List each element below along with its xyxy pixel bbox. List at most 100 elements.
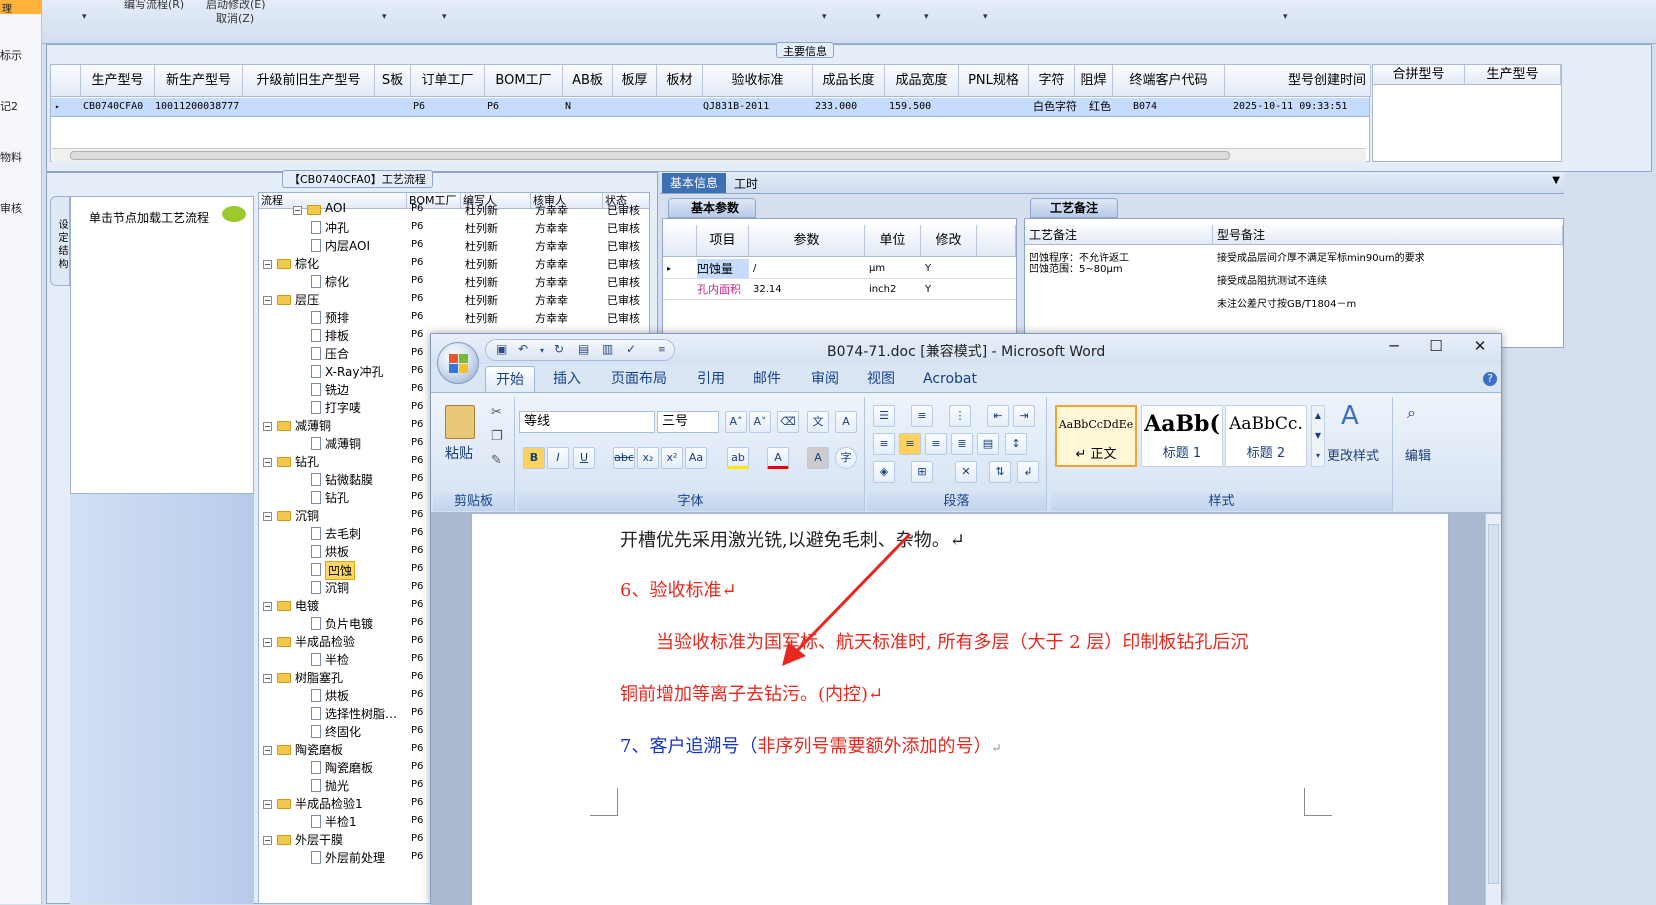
tree-row[interactable]: 预排 P6 杜列新 方幸幸 已审核 [259, 309, 649, 327]
save-icon[interactable]: ▣ [496, 342, 507, 356]
multilevel-list-icon[interactable]: ⋮ [949, 405, 971, 427]
char-border-icon[interactable]: A [835, 411, 857, 433]
phonetic-icon[interactable]: 文 [807, 411, 829, 433]
spellcheck-icon[interactable]: ✓ [626, 342, 636, 356]
horizontal-scrollbar[interactable] [52, 148, 1366, 162]
distributed-icon[interactable]: ▤ [977, 433, 999, 455]
collapse-toggle-icon[interactable]: − [263, 296, 272, 305]
col-header[interactable]: 单位 [865, 225, 921, 257]
close-icon[interactable]: ✕ [1465, 337, 1495, 355]
justify-icon[interactable]: ≣ [951, 433, 973, 455]
style-heading2[interactable]: AaBbCc. 标题 2 [1225, 405, 1307, 467]
col-header[interactable]: 阻焊 [1075, 65, 1113, 97]
line-spacing-icon[interactable]: ↕ [1005, 433, 1027, 455]
copy-icon[interactable]: ❐ [491, 429, 503, 444]
left-nav-item[interactable]: 标示 [0, 47, 22, 63]
col-header[interactable]: 生产型号 [1465, 65, 1561, 85]
collapse-toggle-icon[interactable]: − [263, 638, 272, 647]
col-header[interactable]: 生产型号 [81, 65, 155, 97]
left-nav-item[interactable]: 审核 [0, 200, 22, 216]
collapse-toggle-icon[interactable]: − [263, 836, 272, 845]
tab-review[interactable]: 审阅 [801, 366, 849, 392]
col-header[interactable]: 板厚 [613, 65, 657, 97]
node-panel[interactable]: 单击节点加载工艺流程 [70, 196, 254, 494]
change-case-icon[interactable]: Aa [685, 447, 707, 469]
tree-row[interactable]: 冲孔 P6 杜列新 方幸幸 已审核 [259, 219, 649, 237]
align-center-icon[interactable]: ≡ [899, 433, 921, 455]
collapse-toggle-icon[interactable]: − [263, 800, 272, 809]
chevron-down-icon[interactable]: ▾ [442, 12, 447, 22]
tab-view[interactable]: 视图 [857, 366, 905, 392]
scroll-thumb[interactable] [70, 151, 1230, 160]
show-marks-icon[interactable]: ↲ [1017, 461, 1039, 483]
tree-row[interactable]: − 层压 P6 杜列新 方幸幸 已审核 [259, 291, 649, 309]
col-header[interactable]: 修改 [921, 225, 977, 257]
col-header[interactable]: PNL规格 [959, 65, 1029, 97]
chevron-down-icon[interactable]: ▾ [822, 12, 827, 22]
tab-acrobat[interactable]: Acrobat [913, 366, 987, 392]
col-header[interactable]: 型号备注 [1213, 225, 1563, 245]
decrease-indent-icon[interactable]: ⇤ [987, 405, 1009, 427]
left-nav-item[interactable]: 记2 [0, 98, 18, 114]
increase-indent-icon[interactable]: ⇥ [1013, 405, 1035, 427]
maximize-icon[interactable]: ☐ [1421, 337, 1451, 355]
chevron-down-icon[interactable]: ▾ [924, 12, 929, 22]
edit-button[interactable]: 编辑 [1405, 445, 1431, 464]
subscript-icon[interactable]: x₂ [637, 447, 659, 469]
chevron-down-icon[interactable]: ▾ [876, 12, 881, 22]
chevron-down-icon[interactable]: ▾ [983, 12, 988, 22]
superscript-icon[interactable]: x² [661, 447, 683, 469]
bullets-icon[interactable]: ☰ [873, 405, 895, 427]
col-header[interactable]: AB板 [563, 65, 613, 97]
collapse-toggle-icon[interactable]: − [263, 422, 272, 431]
redo-icon[interactable]: ↻ [554, 342, 564, 356]
tab-page-layout[interactable]: 页面布局 [601, 366, 677, 392]
cancel-button[interactable]: 取消(Z) [216, 10, 254, 26]
edit-flow-button[interactable]: 编写流程(R) [124, 0, 184, 12]
col-header[interactable]: 合拼型号 [1373, 65, 1465, 85]
paste-icon[interactable] [445, 405, 475, 439]
tab-work-hours[interactable]: 工时 [734, 175, 758, 192]
tab-basic-info[interactable]: 基本信息 [662, 173, 726, 193]
tab-references[interactable]: 引用 [687, 366, 735, 392]
cut-icon[interactable]: ✂ [491, 405, 502, 420]
col-header[interactable]: 参数 [749, 225, 865, 257]
collapse-toggle-icon[interactable]: − [293, 206, 302, 215]
tab-home[interactable]: 开始 [485, 366, 535, 392]
param-value[interactable]: 32.14 [753, 280, 782, 300]
tab-mailings[interactable]: 邮件 [743, 366, 791, 392]
col-header[interactable]: 验收标准 [703, 65, 813, 97]
col-header[interactable]: 成品长度 [813, 65, 885, 97]
open-icon[interactable]: ▤ [578, 342, 589, 356]
bold-icon[interactable]: B [523, 447, 545, 469]
col-header[interactable]: 升级前旧生产型号 [243, 65, 375, 97]
chevron-down-icon[interactable]: ▾ [540, 346, 544, 355]
undo-icon[interactable]: ↶ [518, 342, 528, 356]
col-header[interactable]: S板 [375, 65, 411, 97]
asian-layout-icon[interactable]: ✕ [955, 461, 977, 483]
chevron-down-icon[interactable]: ▼ [1552, 175, 1560, 186]
minimize-icon[interactable]: ─ [1379, 337, 1409, 355]
collapse-toggle-icon[interactable]: − [263, 458, 272, 467]
enclose-char-icon[interactable]: 字 [835, 447, 857, 469]
clear-format-icon[interactable]: ⌫ [777, 411, 799, 433]
tree-row[interactable]: 棕化 P6 杜列新 方幸幸 已审核 [259, 273, 649, 291]
font-name-combo[interactable]: 等线 [519, 411, 655, 433]
document-page[interactable]: 开槽优先采用激光铣,以避免毛刺、杂物。↵ 6、验收标准↵ 当验收标准为国军标、航… [471, 514, 1449, 905]
tree-row[interactable]: 内层AOI P6 杜列新 方幸幸 已审核 [259, 237, 649, 255]
param-value[interactable]: / [753, 259, 757, 279]
collapse-toggle-icon[interactable]: − [263, 260, 272, 269]
col-header[interactable]: 终端客户代码 [1113, 65, 1225, 97]
col-header[interactable]: 字符 [1029, 65, 1075, 97]
chevron-down-icon[interactable]: ▾ [82, 12, 87, 22]
tab-insert[interactable]: 插入 [543, 366, 591, 392]
col-header[interactable]: 项目 [697, 225, 749, 257]
styles-scroll[interactable]: ▲ ▼ ▾ [1311, 405, 1325, 467]
align-left-icon[interactable]: ≡ [873, 433, 895, 455]
strikethrough-icon[interactable]: abc [613, 447, 635, 469]
tree-row[interactable]: − 棕化 P6 杜列新 方幸幸 已审核 [259, 255, 649, 273]
format-painter-icon[interactable]: ✎ [491, 453, 502, 468]
collapse-toggle-icon[interactable]: − [263, 746, 272, 755]
collapse-toggle-icon[interactable]: − [263, 602, 272, 611]
left-nav-selected[interactable]: 理 [0, 0, 42, 15]
